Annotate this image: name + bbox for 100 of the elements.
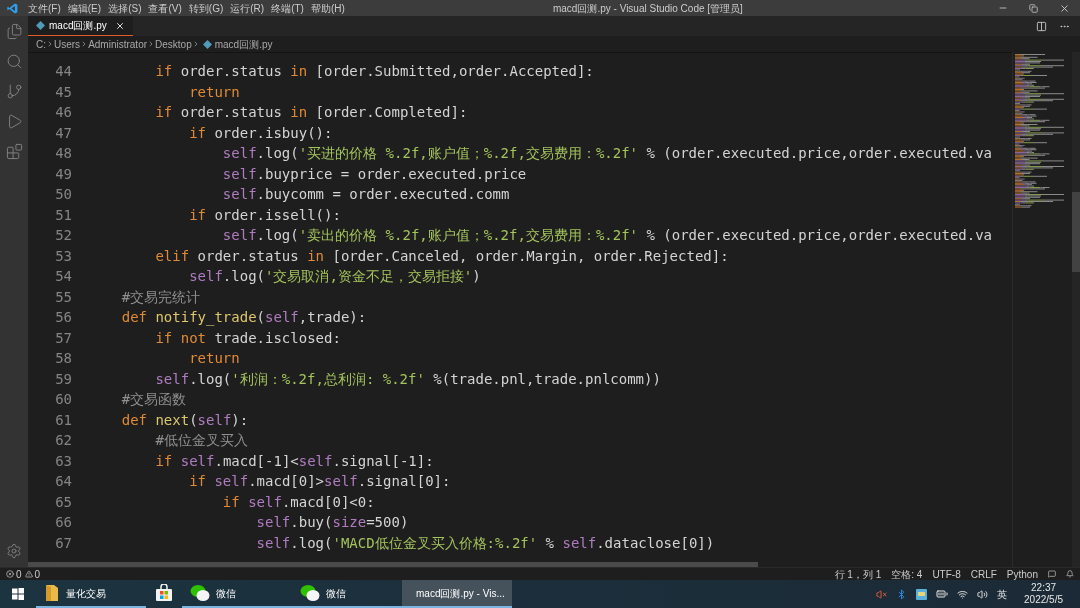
code-line: self.log('卖出的价格 %.2f,账户值；%.2f,交易费用：%.2f' % (order.executed.price,order.executed.va	[221, 226, 993, 245]
code-line: self.log('MACD低位金叉买入价格:%.2f' % self.dataclose[0])	[255, 533, 715, 553]
volume-icon[interactable]	[977, 588, 989, 600]
code-line: if not trade.isclosed:	[154, 328, 341, 348]
taskbar-label: macd回测.py - Vis...	[416, 586, 505, 601]
line-number: 65	[54, 492, 72, 512]
line-number: 45	[54, 82, 72, 102]
code-line: return	[188, 82, 240, 102]
line-number: 56	[54, 308, 72, 327]
line-number: 57	[54, 328, 72, 348]
search-icon[interactable]	[5, 53, 23, 70]
folder-icon	[44, 584, 60, 602]
error-count[interactable]: 0	[16, 566, 22, 582]
windows-icon	[12, 588, 24, 600]
warning-count[interactable]: 0	[34, 566, 41, 582]
taskbar-app[interactable]: macd回测.py - Vis...	[402, 580, 512, 608]
code-line: #交易函数	[120, 390, 187, 409]
menu-item[interactable]: 运行(R)	[227, 0, 268, 16]
menu-item[interactable]: 查看(V)	[145, 0, 185, 16]
line-number: 52	[54, 226, 72, 245]
code-line: self.buycomm = order.executed.comm	[221, 185, 510, 204]
code-line: if order.status in [order.Completed]:	[154, 103, 468, 122]
code-line: if self.macd[0]>self.signal[0]:	[188, 472, 451, 491]
chevron-icon	[46, 40, 54, 48]
line-number: 67	[54, 533, 72, 553]
line-number: 44	[54, 62, 72, 81]
line-number: 51	[54, 205, 72, 225]
taskbar-label: 微信	[326, 586, 346, 601]
close-icon[interactable]	[114, 20, 125, 31]
line-number: 53	[54, 246, 72, 266]
line-number: 46	[54, 103, 72, 122]
menu-item[interactable]: 转到(G)	[185, 0, 227, 16]
line-number: 61	[54, 410, 72, 430]
code-line: self.buyprice = order.executed.price	[221, 164, 527, 184]
clock-time[interactable]: 22:37	[1031, 582, 1057, 594]
line-number: 60	[54, 390, 72, 409]
line-number: 50	[54, 185, 72, 204]
menu-item[interactable]: 选择(S)	[105, 0, 145, 16]
breadcrumb-item[interactable]: Desktop	[155, 36, 192, 52]
chat-bubbles-icon	[190, 584, 210, 602]
code-line: def next(self):	[120, 410, 249, 430]
status-item[interactable]: 空格: 4	[891, 566, 923, 582]
breadcrumb-item[interactable]: C:	[36, 36, 46, 52]
line-number: 54	[54, 267, 72, 286]
python-file-icon	[36, 21, 45, 30]
chat-bubbles-icon	[300, 584, 320, 602]
python-file-icon	[202, 39, 212, 49]
line-number: 49	[54, 164, 72, 184]
close-icon	[1058, 2, 1070, 14]
code-line: self.log('利润：%.2f,总利润: %.2f' %(trade.pnl,trade.pnlcomm))	[154, 369, 661, 389]
code-line: #低位金叉买入	[154, 431, 248, 450]
code-line: #交易完统计	[120, 287, 201, 307]
warning-icon[interactable]	[24, 570, 33, 578]
restore-icon	[1028, 3, 1038, 13]
breadcrumb-item[interactable]: Users	[54, 36, 81, 52]
taskbar-app[interactable]: 微信	[182, 580, 292, 608]
muted-speaker-icon[interactable]	[876, 588, 888, 600]
feedback-icon[interactable]	[1048, 570, 1056, 578]
clock-date[interactable]: 2022/5/5	[1024, 594, 1063, 606]
taskbar-label: 微信	[216, 586, 236, 601]
code-line: return	[188, 349, 240, 368]
status-item[interactable]: CRLF	[970, 566, 997, 582]
breadcrumb-item[interactable]: macd回测.py	[214, 36, 273, 52]
line-number: 66	[54, 513, 72, 532]
input-method[interactable]: 英	[997, 586, 1008, 602]
code-line: self.log('买进的价格 %.2f,账户值；%.2f,交易费用：%.2f' % (order.executed.price,order.executed.va	[221, 144, 993, 163]
editor-tab[interactable]: macd回测.py	[28, 16, 133, 36]
window-title: macd回测.py - Visual Studio Code [管理员]	[551, 1, 744, 16]
breadcrumb-item[interactable]: Administrator	[88, 36, 148, 52]
app-tray-icon[interactable]	[916, 588, 928, 600]
settings-icon[interactable]	[6, 543, 22, 559]
battery-icon[interactable]	[936, 588, 949, 600]
taskbar-app[interactable]: 量化交易	[36, 580, 146, 608]
line-number: 59	[54, 369, 72, 389]
menu-item[interactable]: 编辑(E)	[64, 0, 105, 16]
code-line: if order.isbuy():	[188, 123, 333, 143]
extensions-icon[interactable]	[5, 143, 23, 160]
bell-icon[interactable]	[1066, 570, 1074, 578]
status-item[interactable]: UTF-8	[932, 566, 961, 582]
code-line: def notify_trade(self,trade):	[120, 308, 367, 328]
branch-icon[interactable]	[5, 83, 23, 100]
code-line: elif order.status in [order.Canceled, order.Margin, order.Rejected]:	[154, 246, 729, 266]
error-icon[interactable]	[6, 570, 14, 578]
line-number: 55	[54, 287, 72, 307]
line-number: 64	[54, 472, 72, 491]
line-number: 62	[54, 431, 72, 450]
code-line: if self.macd[0]<0:	[221, 492, 375, 512]
line-number: 48	[54, 144, 72, 163]
files-icon[interactable]	[5, 23, 23, 40]
wifi-icon[interactable]	[957, 588, 969, 600]
status-item[interactable]: Python	[1006, 566, 1038, 582]
split-editor-icon[interactable]	[1036, 20, 1047, 32]
menu-item[interactable]: 帮助(H)	[307, 0, 348, 16]
status-item[interactable]: 行 1，列 1	[834, 566, 882, 582]
taskbar-label: 量化交易	[66, 586, 106, 601]
scrollbar-thumb[interactable]	[1072, 192, 1080, 272]
code-line: self.buy(size=500)	[255, 513, 409, 532]
menu-item[interactable]: 终端(T)	[268, 0, 307, 16]
line-number: 47	[54, 123, 72, 143]
menu-item[interactable]: 文件(F)	[25, 0, 64, 16]
